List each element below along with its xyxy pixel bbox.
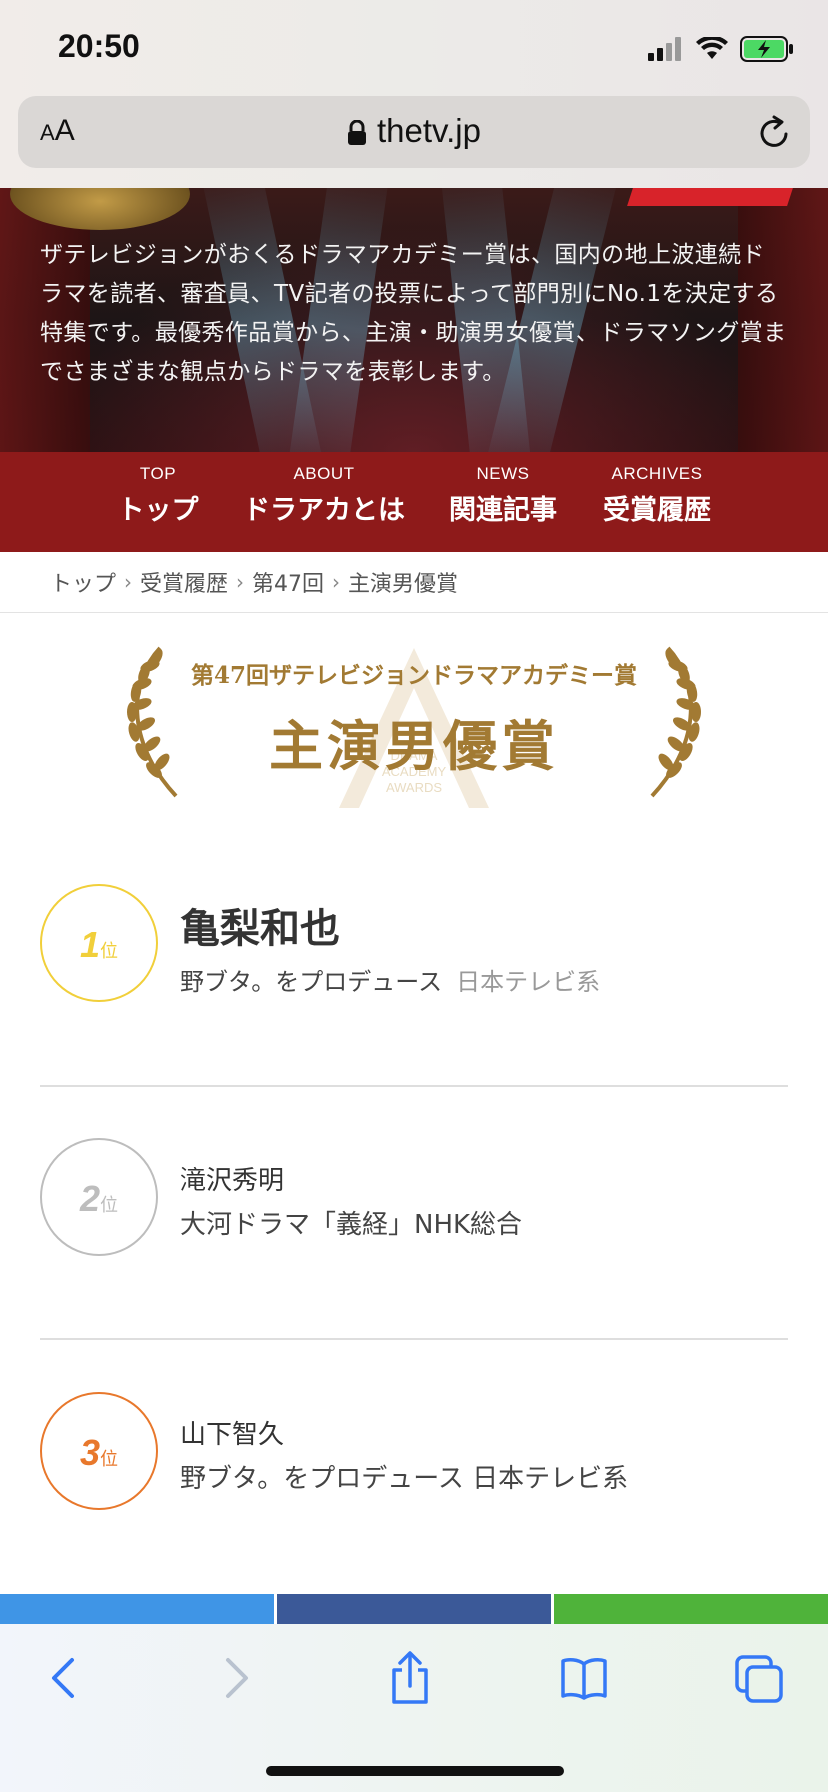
network-name: 日本テレビ系 — [456, 968, 601, 996]
rank-unit: 位 — [100, 1195, 119, 1216]
address-bar[interactable]: AA thetv.jp — [18, 96, 810, 168]
browser-chrome: 20:50 AA thetv.jp — [0, 0, 828, 188]
nav-item-ja-label: ドラアカとは — [243, 495, 405, 526]
rank-number: 1 — [79, 924, 101, 965]
breadcrumb-current: 主演男優賞 — [348, 572, 459, 597]
rank-item-3: 3位 山下智久 野ブタ。をプロデュース 日本テレビ系 — [40, 1392, 788, 1514]
main-nav: TOP トップ ABOUT ドラアカとは NEWS 関連記事 ARCHIVES … — [0, 452, 828, 552]
rank-item-1: 1位 亀梨和也 野ブタ。をプロデュース 日本テレビ系 — [40, 884, 788, 1006]
divider — [40, 1085, 788, 1087]
nav-item-news[interactable]: NEWS 関連記事 — [440, 464, 566, 527]
lock-icon — [348, 120, 367, 146]
rank-badge: 3位 — [40, 1392, 158, 1510]
nominee-name: 山下智久 — [180, 1420, 285, 1450]
rank-unit: 位 — [100, 1449, 119, 1470]
winner-name: 亀梨和也 — [180, 906, 340, 952]
share-line-button[interactable] — [554, 1594, 828, 1624]
breadcrumb-archives[interactable]: 受賞履歴 — [140, 566, 228, 598]
share-twitter-button[interactable] — [0, 1594, 274, 1624]
tabs-icon[interactable] — [734, 1654, 784, 1704]
nominee-name: 滝沢秀明 — [180, 1166, 285, 1196]
hero-description: ザテレビジョンがおくるドラマアカデミー賞は、国内の地上波連続ドラマを読者、審査員… — [40, 242, 787, 385]
breadcrumb-edition[interactable]: 第47回 — [252, 566, 324, 598]
nav-item-en-label: NEWS — [476, 464, 530, 483]
share-facebook-button[interactable] — [277, 1594, 551, 1624]
wifi-icon — [696, 37, 728, 59]
nav-item-archives[interactable]: ARCHIVES 受賞履歴 — [594, 464, 720, 527]
rank-item-2: 2位 滝沢秀明 大河ドラマ「義経」NHK総合 — [40, 1138, 788, 1260]
rank-badge: 2位 — [40, 1138, 158, 1256]
nav-item-ja-label: トップ — [117, 495, 199, 526]
reload-icon[interactable] — [756, 112, 792, 150]
show-title: 野ブタ。をプロデュース 日本テレビ系 — [180, 1464, 629, 1494]
forward-icon[interactable] — [216, 1650, 256, 1706]
share-icon[interactable] — [386, 1650, 434, 1706]
award-title: 主演男優賞 — [269, 714, 559, 778]
show-title: 野ブタ。をプロデュース — [180, 968, 443, 996]
nav-item-en-label: TOP — [139, 464, 177, 483]
nav-item-en-label: ARCHIVES — [611, 464, 703, 483]
status-time: 20:50 — [58, 28, 140, 64]
bookmarks-icon[interactable] — [560, 1656, 608, 1700]
chevron-right-icon: › — [124, 570, 133, 594]
rank-number: 3 — [79, 1432, 101, 1473]
hero-banner: ザテレビジョンがおくるドラマアカデミー賞は、国内の地上波連続ドラマを読者、審査員… — [0, 188, 828, 452]
svg-text:AWARDS: AWARDS — [386, 780, 442, 795]
nav-item-en-label: ABOUT — [293, 464, 355, 483]
breadcrumb-top[interactable]: トップ — [50, 566, 116, 598]
cellular-signal-icon — [648, 37, 681, 61]
site-logo[interactable] — [627, 188, 793, 206]
battery-charging-icon — [740, 36, 793, 62]
award-header: DRAMA ACADEMY AWARDS 第47回ザテレビジョンドラマアカデミー… — [0, 640, 828, 810]
nav-item-ja-label: 関連記事 — [449, 495, 557, 526]
rank-unit: 位 — [100, 941, 119, 962]
back-icon[interactable] — [44, 1650, 84, 1706]
divider — [40, 1338, 788, 1340]
chevron-right-icon: › — [236, 570, 245, 594]
chevron-right-icon: › — [332, 570, 341, 594]
url-domain: thetv.jp — [377, 112, 481, 149]
home-indicator — [266, 1766, 564, 1776]
nav-item-top[interactable]: TOP トップ — [108, 464, 208, 527]
show-title: 大河ドラマ「義経」NHK総合 — [180, 1210, 523, 1240]
nav-item-about[interactable]: ABOUT ドラアカとは — [232, 464, 416, 527]
status-icons — [648, 34, 794, 64]
rank-number: 2 — [79, 1178, 101, 1219]
award-subtitle: 第47回ザテレビジョンドラマアカデミー賞 — [190, 662, 637, 689]
browser-toolbar — [0, 1624, 828, 1792]
breadcrumb: トップ › 受賞履歴 › 第47回 › 主演男優賞 — [0, 552, 828, 613]
rank-badge: 1位 — [40, 884, 158, 1002]
nav-item-ja-label: 受賞履歴 — [603, 495, 711, 526]
